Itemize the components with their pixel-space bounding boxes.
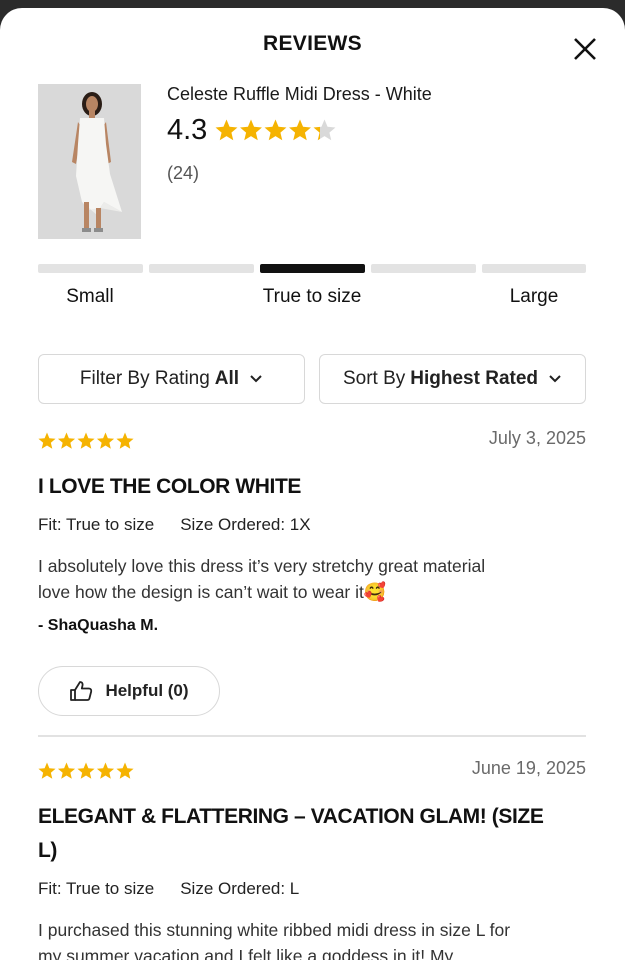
- sort-by-dropdown[interactable]: Sort By Highest Rated: [319, 354, 586, 404]
- filter-by-rating-dropdown[interactable]: Filter By Rating All: [38, 354, 305, 404]
- star-icon: [289, 119, 312, 141]
- star-icon: [77, 762, 95, 779]
- chevron-down-icon: [549, 375, 561, 383]
- star-icon: [96, 432, 115, 449]
- close-icon: [574, 38, 596, 60]
- review-meta: Fit: True to size Size Ordered: L: [38, 879, 299, 899]
- fit-bar-segment-1: [38, 264, 143, 273]
- star-icon: [215, 119, 238, 141]
- star-icon: [38, 432, 56, 449]
- fit-bar-segment-3: [260, 264, 365, 273]
- review-card: June 19, 2025 ELEGANT & FLATTERING – VAC…: [38, 758, 586, 960]
- review-divider: [38, 735, 586, 737]
- fit-label-true-to-size: True to size: [262, 286, 362, 307]
- close-button[interactable]: [571, 35, 599, 63]
- review-count: (24): [167, 163, 200, 183]
- product-image: [38, 84, 141, 239]
- smiling-face-hearts-emoji: 🥰: [363, 581, 387, 603]
- review-author: - ShaQuasha M.: [38, 617, 159, 634]
- star-icon: [77, 432, 95, 449]
- overall-rating: 4.3: [167, 114, 336, 147]
- sort-label: Sort By: [342, 368, 406, 389]
- product-name: Celeste Ruffle Midi Dress - White: [167, 84, 432, 104]
- star-icon: [264, 119, 287, 141]
- star-icon: [313, 119, 336, 141]
- review-title: I LOVE THE COLOR WHITE: [38, 475, 302, 498]
- review-date: June 19, 2025: [471, 758, 586, 778]
- rating-number: 4.3: [167, 114, 208, 146]
- chevron-down-icon: [250, 375, 262, 383]
- review-title: ELEGANT & FLATTERING – VACATION GLAM! (S…: [38, 805, 544, 862]
- filter-label: Filter By Rating: [79, 368, 210, 389]
- review-fit: Fit: True to size: [38, 515, 155, 534]
- fit-label-small: Small: [66, 286, 114, 307]
- review-body: I purchased this stunning white ribbed m…: [38, 918, 586, 960]
- page-title: REVIEWS: [263, 32, 362, 55]
- review-stars: [38, 762, 134, 785]
- review-body-line: I absolutely love this dress it’s very s…: [38, 556, 486, 576]
- fit-bar-segment-4: [371, 264, 476, 273]
- review-body: I absolutely love this dress it’s very s…: [38, 554, 586, 605]
- fit-bar-segment-2: [149, 264, 254, 273]
- helpful-button[interactable]: Helpful (0): [38, 666, 220, 716]
- star-icon: [38, 762, 56, 779]
- star-icon: [57, 762, 76, 779]
- review-card: July 3, 2025 I LOVE THE COLOR WHITE Fit:…: [38, 428, 586, 716]
- review-fit: Fit: True to size: [38, 879, 155, 898]
- review-stars: [38, 432, 134, 455]
- filter-value: All: [214, 368, 240, 389]
- fit-label-large: Large: [509, 286, 559, 307]
- star-icon: [240, 119, 263, 141]
- review-date: July 3, 2025: [488, 428, 586, 448]
- review-size: Size Ordered: 1X: [180, 515, 311, 534]
- reviews-sheet: REVIEWS Celeste Ruffle Midi Dress - Whit…: [0, 8, 625, 960]
- review-body-line: love how the design is can’t wait to wea…: [38, 581, 387, 603]
- review-meta: Fit: True to size Size Ordered: 1X: [38, 515, 311, 535]
- star-icon: [116, 762, 134, 779]
- fit-bar-segment-5: [482, 264, 586, 273]
- helpful-label: Helpful (0): [105, 681, 189, 700]
- rating-stars: [215, 119, 336, 142]
- star-icon: [57, 432, 76, 449]
- review-body-line: I purchased this stunning white ribbed m…: [38, 920, 511, 940]
- review-size: Size Ordered: L: [180, 879, 300, 898]
- thumbs-up-icon: [70, 681, 93, 701]
- sort-value: Highest Rated: [410, 368, 539, 389]
- star-icon: [96, 762, 115, 779]
- star-icon: [116, 432, 134, 449]
- review-body-line: my summer vacation and I felt like a god…: [38, 945, 454, 960]
